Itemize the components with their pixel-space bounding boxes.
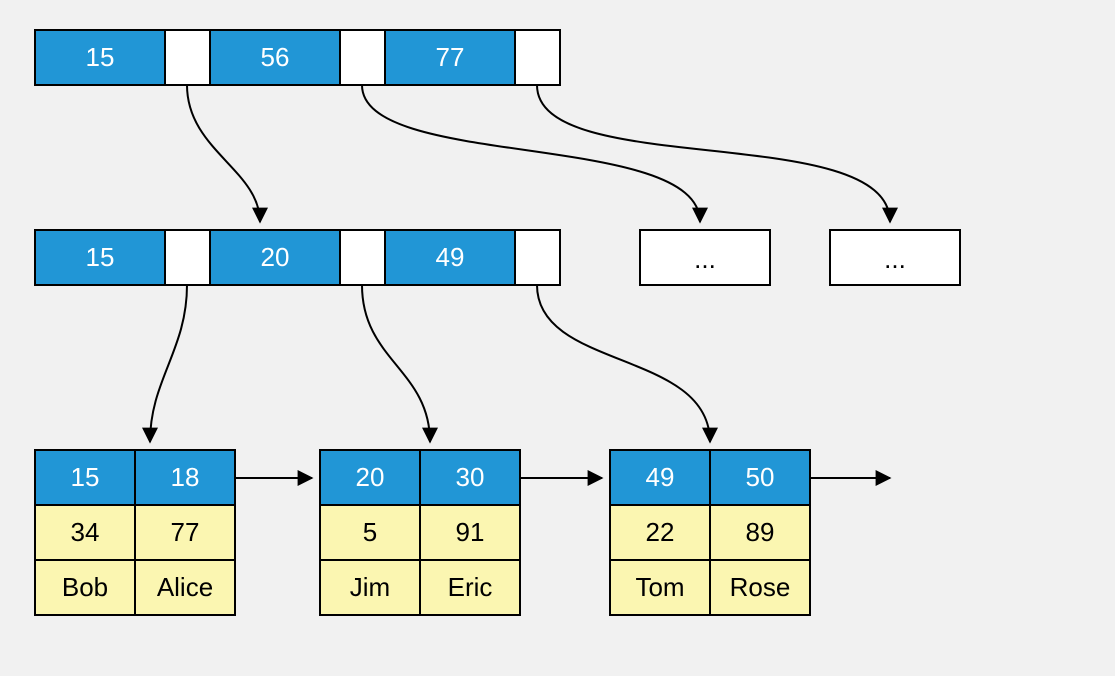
internal-key-2: 49 [436,242,465,272]
svg-text:Eric: Eric [448,572,493,602]
svg-text:5: 5 [363,517,377,547]
svg-text:49: 49 [646,462,675,492]
svg-text:...: ... [884,244,906,274]
leaf-node-0: 15 18 34 77 Bob Alice [35,450,235,615]
svg-text:50: 50 [746,462,775,492]
leaf-node-1: 20 30 5 91 Jim Eric [320,450,520,615]
leaf-node-2: 49 50 22 89 Tom Rose [610,450,810,615]
svg-text:...: ... [694,244,716,274]
svg-text:89: 89 [746,517,775,547]
arrow-root-to-internal [187,85,260,222]
root-key-1: 56 [261,42,290,72]
svg-text:20: 20 [356,462,385,492]
svg-text:Jim: Jim [350,572,390,602]
root-node: 15 56 77 [35,30,560,85]
arrow-internal-to-leaf2 [537,285,710,442]
internal-key-0: 15 [86,242,115,272]
svg-text:Tom: Tom [635,572,684,602]
svg-text:Alice: Alice [157,572,213,602]
svg-text:77: 77 [171,517,200,547]
arrow-internal-to-leaf0 [150,285,187,442]
svg-text:Rose: Rose [730,572,791,602]
arrow-root-to-stub0 [362,85,700,222]
svg-text:Bob: Bob [62,572,108,602]
internal-node: 15 20 49 [35,230,560,285]
svg-text:91: 91 [456,517,485,547]
stub-node-0: ... [640,230,770,285]
svg-text:30: 30 [456,462,485,492]
svg-text:22: 22 [646,517,675,547]
internal-key-1: 20 [261,242,290,272]
root-key-2: 77 [436,42,465,72]
arrow-internal-to-leaf1 [362,285,430,442]
svg-text:34: 34 [71,517,100,547]
svg-text:18: 18 [171,462,200,492]
root-key-0: 15 [86,42,115,72]
arrow-root-to-stub1 [537,85,890,222]
btree-diagram: 15 56 77 15 20 49 ... ... 15 18 34 77 Bo… [0,0,1115,676]
stub-node-1: ... [830,230,960,285]
svg-text:15: 15 [71,462,100,492]
